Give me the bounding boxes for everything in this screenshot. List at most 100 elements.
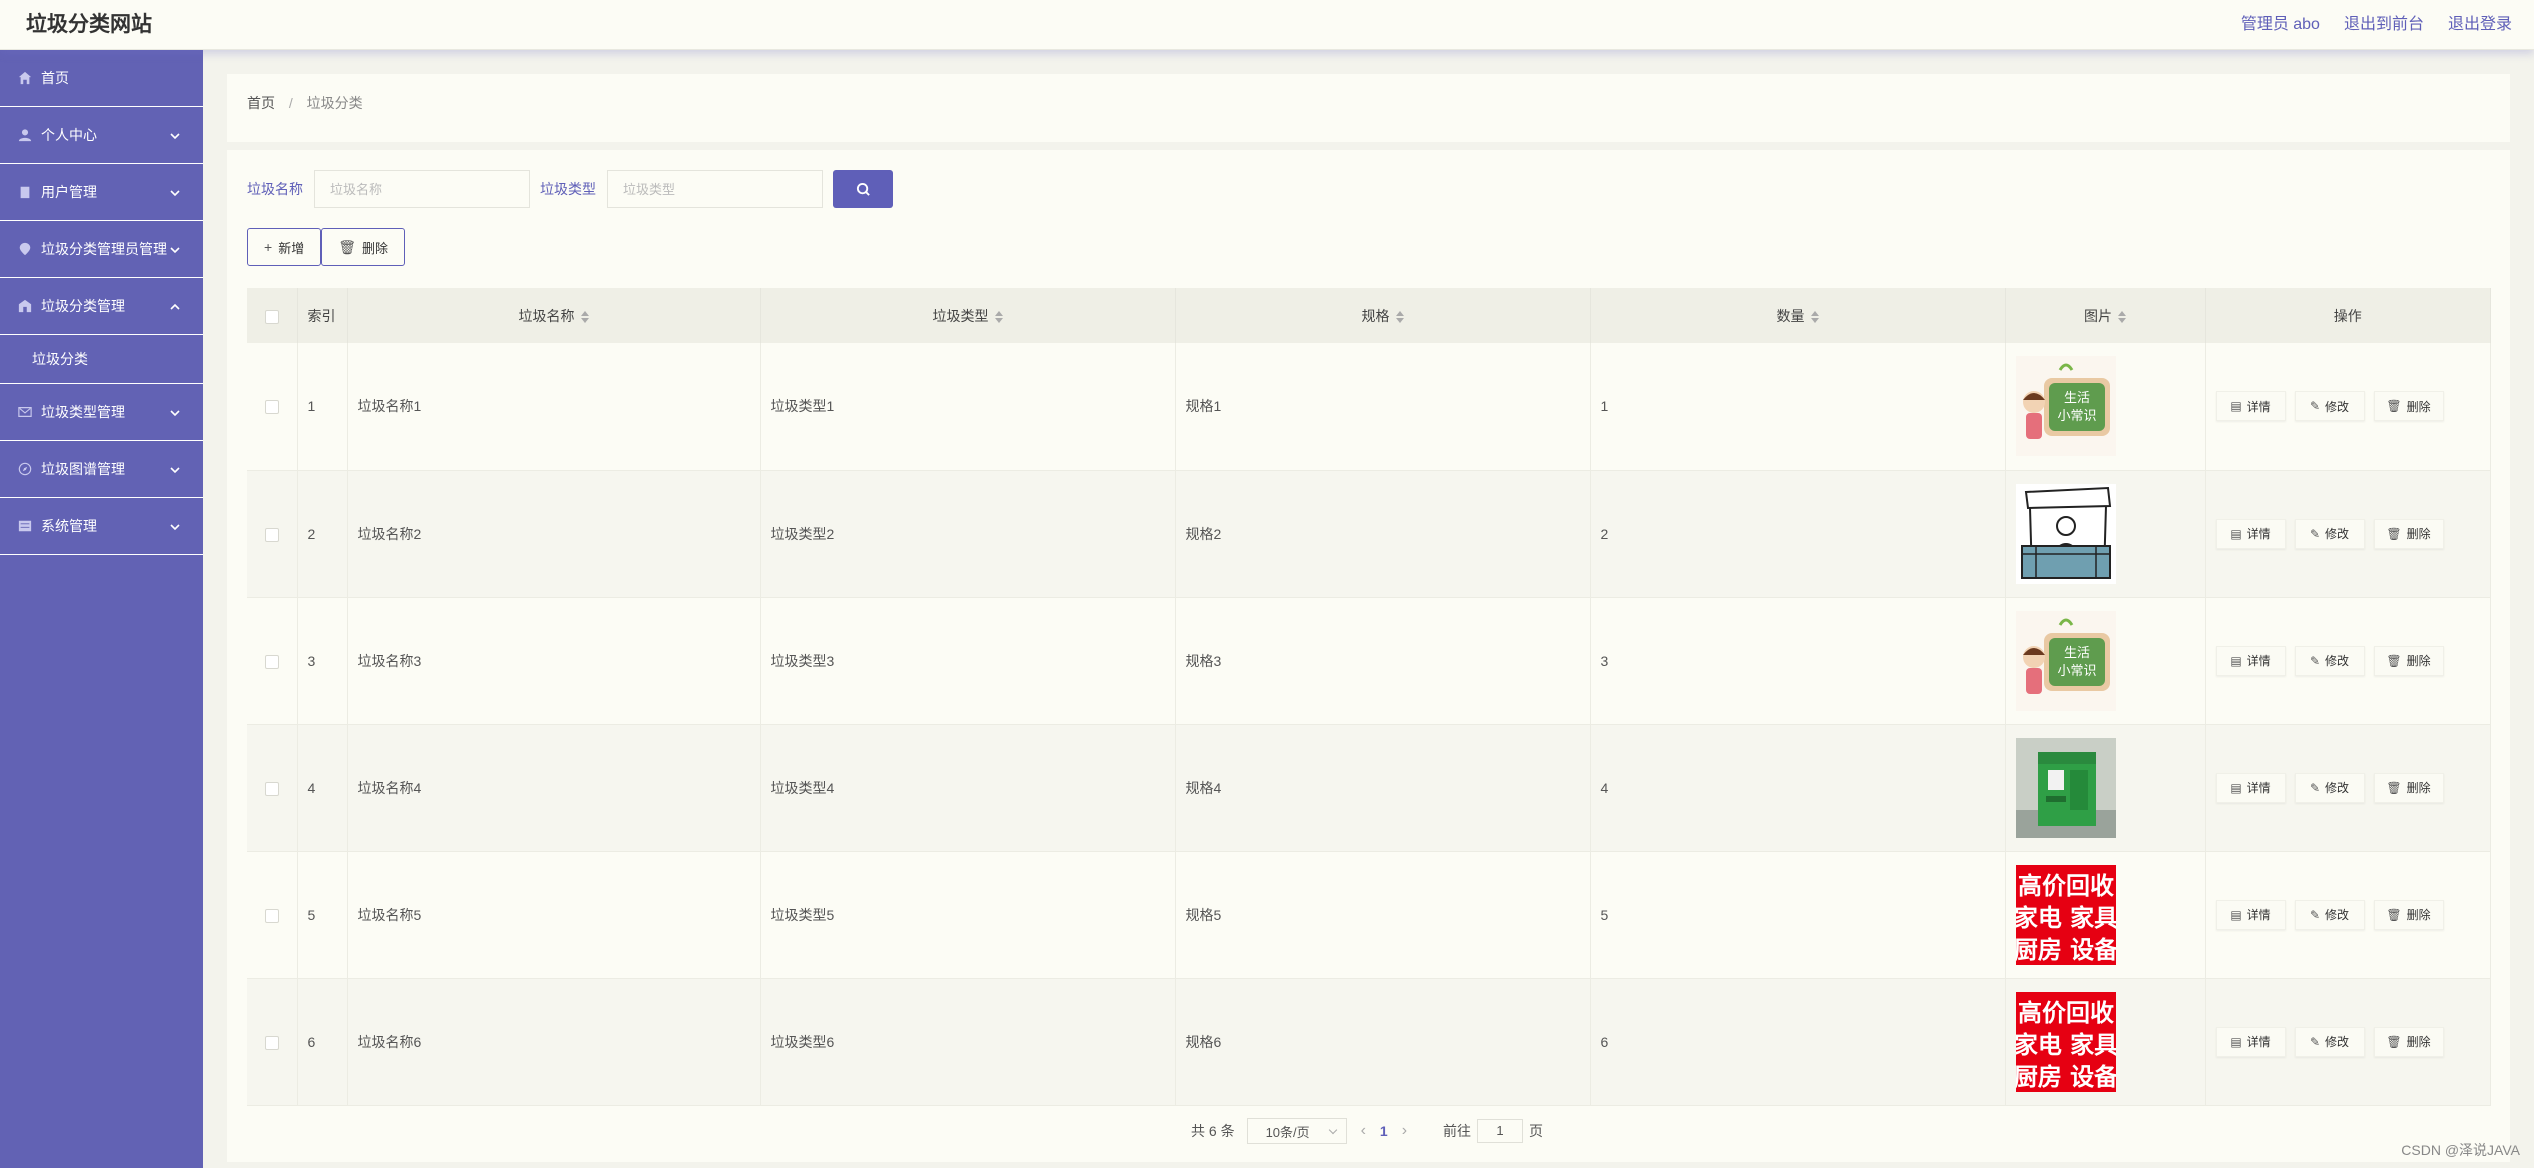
edit-button[interactable]: ✎ 修改 (2294, 518, 2365, 549)
edit-button[interactable]: ✎ 修改 (2294, 391, 2365, 422)
to-front-link[interactable]: 退出到前台 (2344, 10, 2424, 34)
row-delete-button[interactable]: 🗑 删除 (2373, 391, 2444, 422)
trash-icon: 🗑 (2386, 1034, 2402, 1049)
edit-button[interactable]: ✎ 修改 (2294, 1026, 2365, 1057)
row-delete-button[interactable]: 🗑 删除 (2373, 645, 2444, 676)
cell-qty: 2 (1590, 470, 2006, 598)
trash-icon: 🗑 (338, 238, 356, 255)
add-button[interactable]: + 新增 (247, 228, 322, 266)
col-image[interactable]: 图片 (2005, 288, 2206, 343)
name-search-input[interactable] (314, 170, 530, 208)
row-select-cell (247, 470, 298, 598)
detail-button[interactable]: ▤ 详情 (2215, 645, 2286, 676)
row-checkbox[interactable] (264, 1035, 279, 1050)
admin-name[interactable]: 管理员 abo (2241, 10, 2320, 34)
detail-button[interactable]: ▤ 详情 (2215, 391, 2286, 422)
row-delete-label: 删除 (2406, 781, 2431, 795)
edit-button[interactable]: ✎ 修改 (2294, 899, 2365, 930)
cell-spec: 规格4 (1175, 724, 1591, 852)
sidebar-item-home[interactable]: 首页 (0, 50, 203, 107)
edit-button[interactable]: ✎ 修改 (2294, 645, 2365, 676)
row-checkbox[interactable] (264, 527, 279, 542)
board-text-2: 小常识 (2057, 409, 2096, 424)
sort-icon (1395, 310, 1404, 323)
row-checkbox[interactable] (264, 400, 279, 415)
edit-button[interactable]: ✎ 修改 (2294, 772, 2365, 803)
col-qty[interactable]: 数量 (1590, 288, 2006, 343)
sidebar-item-atlas[interactable]: 垃圾图谱管理 (0, 441, 203, 498)
trash-icon: 🗑 (2386, 907, 2402, 922)
next-page-icon[interactable]: › (1402, 1122, 1407, 1140)
search-icon (856, 182, 870, 196)
sidebar-item-system[interactable]: 系统管理 (0, 498, 203, 555)
detail-button[interactable]: ▤ 详情 (2215, 772, 2286, 803)
cell-actions: ▤ 详情 ✎ 修改 🗑 删除 (2205, 597, 2491, 725)
sidebar-item-profile[interactable]: 个人中心 (0, 107, 203, 164)
col-name[interactable]: 垃圾名称 (347, 288, 761, 343)
sidebar-subitem-classification[interactable]: 垃圾分类 (0, 335, 203, 384)
page-size-select[interactable]: 10条/页 (1246, 1118, 1347, 1144)
delete-button-label: 删除 (361, 240, 388, 256)
row-delete-button[interactable]: 🗑 删除 (2373, 772, 2444, 803)
cell-index: 6 (297, 978, 348, 1106)
sign-text-1: 高价回收 (2018, 872, 2114, 900)
edit-label: 修改 (2325, 1035, 2350, 1049)
trash-icon: 🗑 (2386, 399, 2402, 414)
document-icon: ▤ (2230, 526, 2242, 541)
detail-button[interactable]: ▤ 详情 (2215, 899, 2286, 930)
mail-icon (17, 405, 32, 420)
add-button-label: 新增 (278, 240, 305, 256)
page-number[interactable]: 1 (1380, 1123, 1388, 1139)
row-checkbox[interactable] (264, 908, 279, 923)
detail-button[interactable]: ▤ 详情 (2215, 1026, 2286, 1057)
cell-type: 垃圾类型4 (760, 724, 1176, 852)
logout-link[interactable]: 退出登录 (2448, 10, 2512, 34)
detail-button[interactable]: ▤ 详情 (2215, 518, 2286, 549)
row-delete-button[interactable]: 🗑 删除 (2373, 899, 2444, 930)
sidebar-item-admins[interactable]: 垃圾分类管理员管理 (0, 221, 203, 278)
col-actions: 操作 (2205, 288, 2491, 343)
cell-type: 垃圾类型3 (760, 597, 1176, 725)
chevron-down-icon (169, 129, 181, 141)
sidebar-item-label: 用户管理 (41, 184, 97, 200)
col-type[interactable]: 垃圾类型 (760, 288, 1176, 343)
location-icon (17, 242, 32, 257)
cell-actions: ▤ 详情 ✎ 修改 🗑 删除 (2205, 851, 2491, 979)
row-delete-label: 删除 (2406, 527, 2431, 541)
action-toolbar: + 新增 🗑 删除 (247, 228, 405, 266)
sidebar-item-types[interactable]: 垃圾类型管理 (0, 384, 203, 441)
search-button[interactable] (833, 170, 893, 208)
home-icon (17, 71, 32, 86)
batch-delete-button[interactable]: 🗑 删除 (321, 228, 405, 266)
cell-actions: ▤ 详情 ✎ 修改 🗑 删除 (2205, 724, 2491, 852)
col-qty-label: 数量 (1776, 307, 1805, 324)
row-checkbox[interactable] (264, 781, 279, 796)
row-delete-button[interactable]: 🗑 删除 (2373, 1026, 2444, 1057)
cell-spec: 规格5 (1175, 851, 1591, 979)
select-all-checkbox[interactable] (264, 309, 279, 324)
prev-page-icon[interactable]: ‹ (1361, 1122, 1366, 1140)
row-checkbox[interactable] (264, 654, 279, 669)
sign-text-2: 家电 家具 (2016, 904, 2116, 932)
pencil-icon: ✎ (2309, 526, 2321, 541)
poster-green-board-image: 生活小常识 (2015, 356, 2116, 457)
col-spec[interactable]: 规格 (1175, 288, 1591, 343)
table-row: 1 垃圾名称1 垃圾类型1 规格1 1 生活 小常识 ▤ 详情 ✎ 修改 🗑 删除 (247, 343, 2491, 471)
sidebar-item-classification[interactable]: 垃圾分类管理 (0, 278, 203, 335)
goto-page-input[interactable]: 1 (1477, 1119, 1524, 1143)
row-delete-button[interactable]: 🗑 删除 (2373, 518, 2444, 549)
table-row: 4 垃圾名称4 垃圾类型4 规格4 4 ▤ 详情 ✎ 修改 🗑 删除 (247, 724, 2491, 852)
breadcrumb-home[interactable]: 首页 (247, 95, 275, 111)
sign-text-3: 厨房 设备 (2016, 1063, 2116, 1091)
cell-image (2005, 470, 2206, 598)
cell-image: 生活 小常识 (2005, 343, 2206, 471)
cell-type: 垃圾类型2 (760, 470, 1176, 598)
cell-qty: 6 (1590, 978, 2006, 1106)
sort-icon (994, 310, 1003, 323)
cell-image (2005, 724, 2206, 852)
cell-name: 垃圾名称3 (347, 597, 761, 725)
table-header-row: 索引 垃圾名称 垃圾类型 规格 数量 图片 操作 (247, 288, 2491, 343)
type-search-input[interactable] (607, 170, 823, 208)
sidebar-item-users[interactable]: 用户管理 (0, 164, 203, 221)
trash-icon: 🗑 (2386, 653, 2402, 668)
